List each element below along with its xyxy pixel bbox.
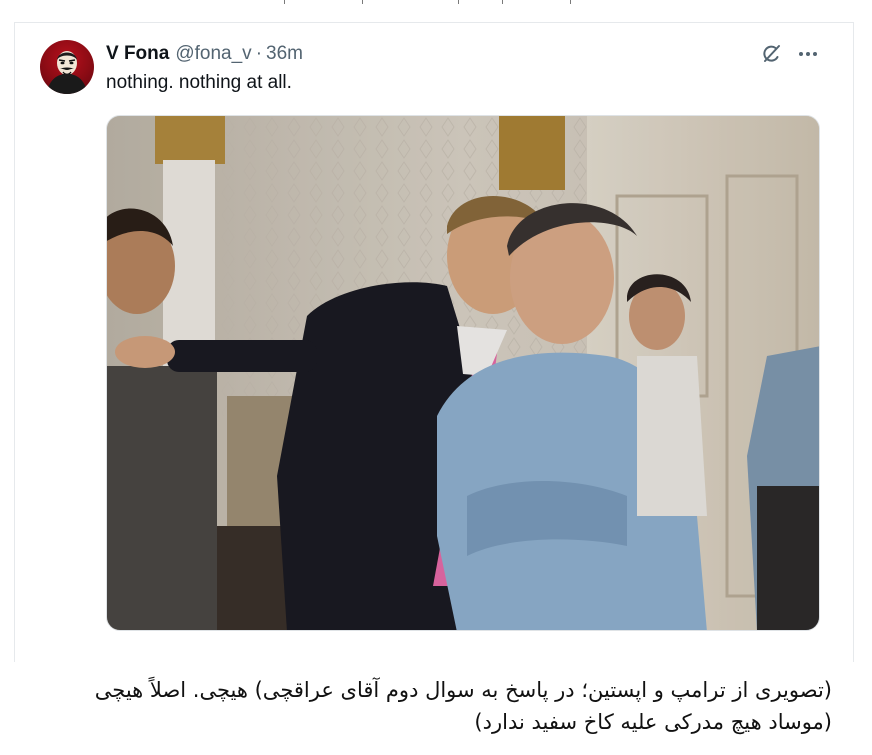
tweet-timestamp[interactable]: 36m bbox=[266, 43, 303, 65]
grok-icon[interactable] bbox=[760, 43, 782, 65]
tweet-header: V Fona @fona_v · 36m bbox=[106, 42, 303, 66]
truncated-previous-content bbox=[270, 0, 600, 4]
author-display-name[interactable]: V Fona bbox=[106, 43, 169, 65]
caption-line-1: (تصویری از ترامپ و اپستین؛ در پاسخ به سو… bbox=[94, 678, 832, 702]
avatar[interactable] bbox=[40, 40, 94, 94]
caption-line-2: (موساد هیچ مدرکی علیه کاخ سفید ندارد) bbox=[474, 710, 832, 734]
header-separator: · bbox=[255, 43, 263, 64]
tweet-photo[interactable] bbox=[106, 115, 820, 631]
archival-photo bbox=[107, 116, 819, 630]
author-handle[interactable]: @fona_v bbox=[175, 43, 251, 65]
masked-avatar-icon bbox=[46, 51, 88, 94]
more-icon[interactable] bbox=[796, 43, 820, 65]
tweet-text: nothing. nothing at all. bbox=[106, 72, 292, 93]
caption: (تصویری از ترامپ و اپستین؛ در پاسخ به سو… bbox=[20, 674, 832, 738]
top-strip bbox=[0, 0, 872, 24]
